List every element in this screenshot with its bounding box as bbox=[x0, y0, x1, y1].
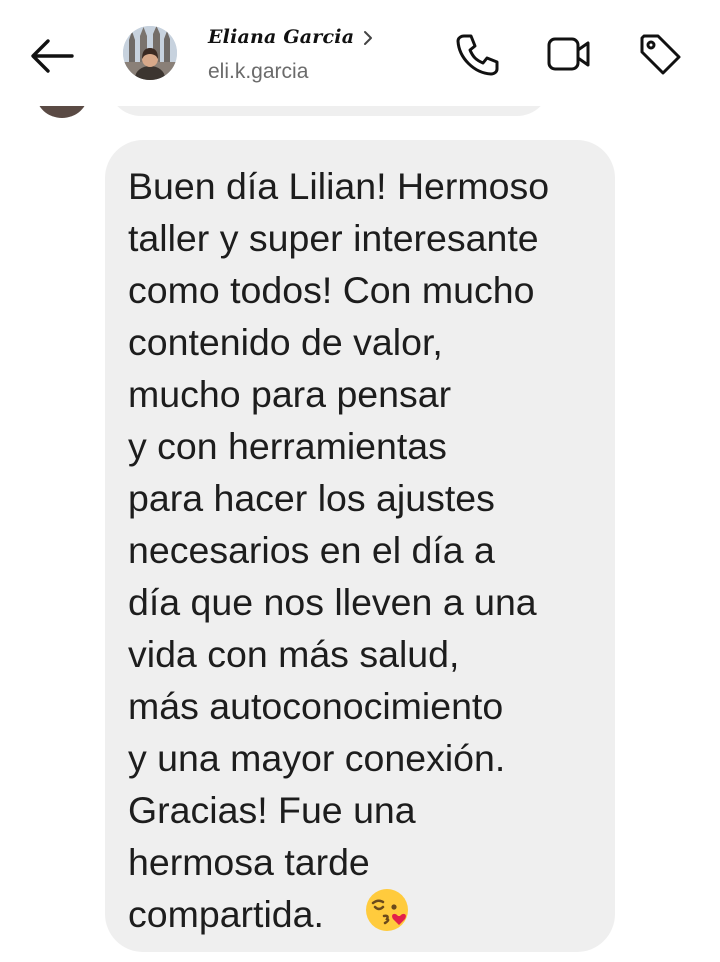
arrow-left-icon bbox=[31, 39, 74, 73]
tag-icon bbox=[640, 34, 681, 75]
video-call-button[interactable] bbox=[545, 30, 593, 78]
contact-avatar[interactable] bbox=[123, 26, 177, 80]
call-button[interactable] bbox=[454, 30, 502, 78]
video-camera-icon bbox=[547, 37, 590, 71]
message-text: Buen día Lilian! Hermoso taller y super … bbox=[128, 165, 550, 935]
back-button[interactable] bbox=[26, 30, 78, 82]
face-blowing-kiss-emoji bbox=[366, 889, 408, 931]
chat-header: Eliana Garcia eli.k.garcia bbox=[0, 0, 720, 106]
label-button[interactable] bbox=[636, 30, 684, 78]
contact-username[interactable]: eli.k.garcia bbox=[208, 60, 308, 84]
phone-icon bbox=[456, 34, 499, 76]
contact-name[interactable]: Eliana Garcia bbox=[208, 26, 354, 48]
chevron-right-icon[interactable] bbox=[360, 30, 376, 46]
avatar-photo bbox=[123, 26, 177, 80]
